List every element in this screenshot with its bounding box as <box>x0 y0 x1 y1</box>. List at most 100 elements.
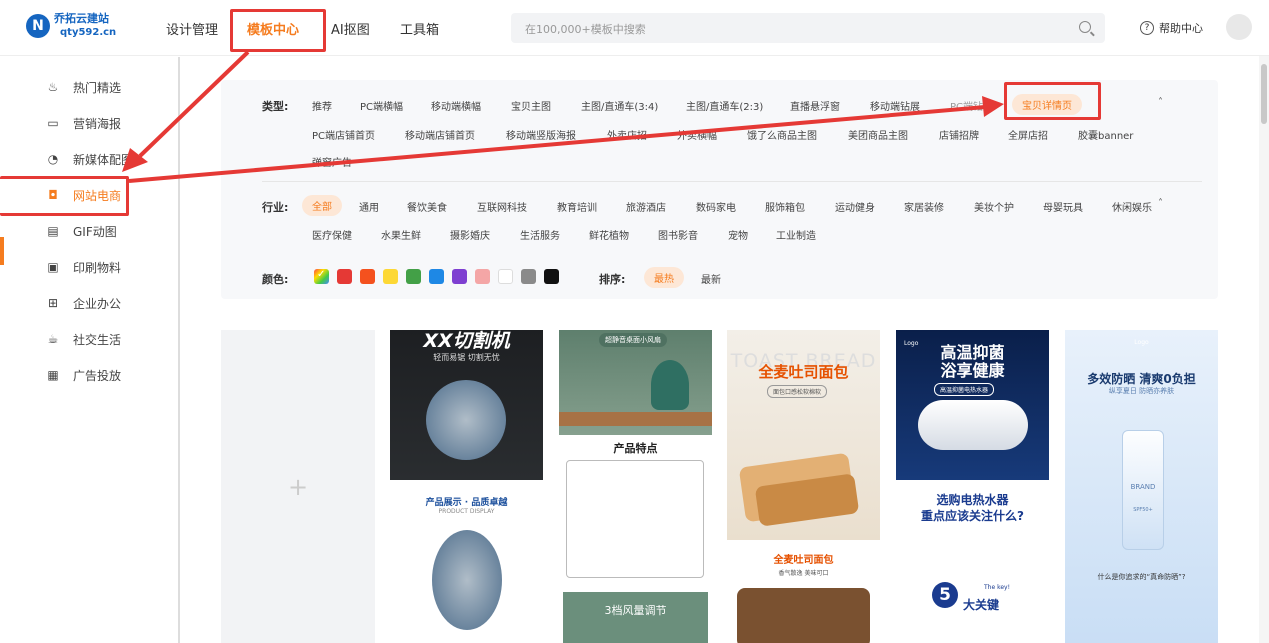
industry-option[interactable]: 鲜花植物 <box>589 227 629 242</box>
type-option[interactable]: 直播悬浮窗 <box>790 98 840 113</box>
industry-option[interactable]: 医疗保健 <box>312 227 352 242</box>
color-all-swatch[interactable]: ✓ <box>314 269 329 284</box>
template-card-heater[interactable]: Logo 高温抑菌 浴享健康 高温抑菌电热水器 选购电热水器 重点应该关注什么?… <box>896 330 1049 643</box>
industry-option[interactable]: 餐饮美食 <box>407 199 447 214</box>
social-icon: ☕ <box>47 332 59 346</box>
type-option[interactable]: 移动端横幅 <box>431 98 481 113</box>
industry-option[interactable]: 生活服务 <box>520 227 560 242</box>
sidebar-item-label: 企业办公 <box>73 296 122 311</box>
search-icon[interactable] <box>1079 21 1091 33</box>
industry-option[interactable]: 母婴玩具 <box>1043 199 1083 214</box>
card-title: XX切割机 <box>423 330 510 352</box>
type-option[interactable]: 推荐 <box>312 98 332 113</box>
search-input[interactable]: 在100,000+模板中搜索 <box>511 13 1105 43</box>
add-template-card[interactable]: + <box>221 330 375 643</box>
type-option[interactable]: 美团商品主图 <box>848 127 908 142</box>
type-option[interactable]: 宝贝主图 <box>511 98 551 113</box>
industry-option[interactable]: 运动健身 <box>835 199 875 214</box>
industry-option-selected[interactable]: 全部 <box>302 195 342 216</box>
chat-icon: ◔ <box>47 152 59 166</box>
type-option[interactable]: 移动端钻展 <box>870 98 920 113</box>
template-card-sunscreen[interactable]: Logo 多效防晒 清爽0负担 纵享夏日 防晒亦养肤 BRAND SPF50+ … <box>1065 330 1218 643</box>
industry-option[interactable]: 互联网科技 <box>477 199 527 214</box>
type-option[interactable]: 胶囊banner <box>1078 127 1133 142</box>
help-center-link[interactable]: ? 帮助中心 <box>1140 20 1203 36</box>
type-option[interactable]: 弹窗广告 <box>312 154 352 169</box>
chevron-up-icon[interactable]: ˄ <box>1158 97 1163 108</box>
type-option[interactable]: 全屏店招 <box>1008 127 1048 142</box>
industry-option[interactable]: 旅游酒店 <box>626 199 666 214</box>
type-option[interactable]: 主图/直通车(2:3) <box>686 98 763 113</box>
type-option[interactable]: 外卖店招 <box>607 127 647 142</box>
logo-icon: N <box>26 14 50 38</box>
type-option[interactable]: 移动端店铺首页 <box>405 127 475 142</box>
nav-design-manage[interactable]: 设计管理 <box>166 19 218 38</box>
template-card-cutter[interactable]: XX切割机 轻而易锯 切割无忧 产品展示 · 品质卓越 PRODUCT DISP… <box>390 330 543 643</box>
sidebar-item-gif[interactable]: ▤ GIF动图 <box>45 219 116 243</box>
type-option[interactable]: PC端店铺首页 <box>312 127 375 142</box>
page-scrollbar[interactable] <box>1259 56 1269 643</box>
avatar[interactable] <box>1226 14 1252 40</box>
chevron-up-icon[interactable]: ˄ <box>1158 198 1163 209</box>
saw-image <box>432 530 502 630</box>
color-swatch[interactable] <box>337 269 352 284</box>
sort-option-hot[interactable]: 最热 <box>644 267 684 288</box>
sidebar: ♨ 热门精选 ▭ 营销海报 ◔ 新媒体配图 ◘ 网站电商 ▤ GIF动图 ▣ 印刷物料 ⊞ 企… <box>0 57 180 643</box>
color-swatch[interactable] <box>406 269 421 284</box>
color-swatch[interactable] <box>521 269 536 284</box>
template-card-toast[interactable]: TOAST BREAD 全麦吐司面包 面包口感松软棉软 全麦吐司面包 香气散逸 … <box>727 330 880 643</box>
site-logo[interactable]: N 乔拓云建站 qty592.cn <box>26 12 116 40</box>
industry-option[interactable]: 家居装修 <box>904 199 944 214</box>
industry-option[interactable]: 宠物 <box>728 227 748 242</box>
industry-option[interactable]: 休闲娱乐 <box>1112 199 1152 214</box>
type-option[interactable]: 移动端竖版海报 <box>506 127 576 142</box>
industry-option[interactable]: 服饰箱包 <box>765 199 805 214</box>
nav-toolbox[interactable]: 工具箱 <box>400 19 439 38</box>
type-option[interactable]: 店铺招牌 <box>939 127 979 142</box>
color-swatch[interactable] <box>383 269 398 284</box>
color-swatch[interactable] <box>429 269 444 284</box>
type-option[interactable]: 主图/直通车(3:4) <box>581 98 658 113</box>
annotation-box-template-center <box>230 9 326 52</box>
nav-ai-cutout[interactable]: AI抠图 <box>331 19 370 38</box>
industry-option[interactable]: 美妆个护 <box>974 199 1014 214</box>
type-option[interactable]: PC端横幅 <box>360 98 403 113</box>
sidebar-item-label: 广告投放 <box>73 368 122 383</box>
sidebar-item-print[interactable]: ▣ 印刷物料 <box>45 255 121 279</box>
card-key: 大关键 <box>963 598 1000 612</box>
color-label: 颜色: <box>262 273 289 286</box>
type-option[interactable]: 外卖横幅 <box>677 127 717 142</box>
industry-option[interactable]: 通用 <box>359 199 379 214</box>
sidebar-item-social[interactable]: ☕ 社交生活 <box>45 327 121 351</box>
type-option[interactable]: PC端钻展 <box>950 98 993 113</box>
sidebar-item-ads[interactable]: ▦ 广告投放 <box>45 363 121 387</box>
logo-name: 乔拓云建站 <box>54 12 109 25</box>
color-swatch[interactable] <box>452 269 467 284</box>
top-header: N 乔拓云建站 qty592.cn 设计管理 模板中心 AI抠图 工具箱 在10… <box>0 0 1269 56</box>
sidebar-item-marketing-poster[interactable]: ▭ 营销海报 <box>45 111 121 135</box>
sidebar-item-hot[interactable]: ♨ 热门精选 <box>45 75 121 99</box>
industry-option[interactable]: 教育培训 <box>557 199 597 214</box>
card-number: 5 <box>932 582 958 608</box>
color-swatch[interactable] <box>544 269 559 284</box>
sort-option-new[interactable]: 最新 <box>701 271 721 286</box>
sidebar-item-label: 营销海报 <box>73 116 122 131</box>
industry-option[interactable]: 数码家电 <box>696 199 736 214</box>
check-icon: ✓ <box>317 269 326 280</box>
color-swatch[interactable] <box>475 269 490 284</box>
scrollbar-thumb[interactable] <box>1261 64 1267 124</box>
industry-option[interactable]: 摄影婚庆 <box>450 227 490 242</box>
sidebar-item-label: 印刷物料 <box>73 260 122 275</box>
color-swatch[interactable] <box>498 269 513 284</box>
color-swatch[interactable] <box>360 269 375 284</box>
sidebar-item-office[interactable]: ⊞ 企业办公 <box>45 291 121 315</box>
sidebar-item-new-media[interactable]: ◔ 新媒体配图 <box>45 147 133 171</box>
card-heading: 产品特点 <box>613 442 658 455</box>
template-card-fan[interactable]: 超静音桌面小风扇 产品特点 3档风量调节 <box>559 330 712 643</box>
industry-option[interactable]: 水果生鲜 <box>381 227 421 242</box>
search-placeholder: 在100,000+模板中搜索 <box>525 23 646 36</box>
feature-grid <box>566 460 704 578</box>
type-option[interactable]: 饿了么商品主图 <box>747 127 817 142</box>
industry-option[interactable]: 工业制造 <box>776 227 816 242</box>
industry-option[interactable]: 图书影音 <box>658 227 698 242</box>
